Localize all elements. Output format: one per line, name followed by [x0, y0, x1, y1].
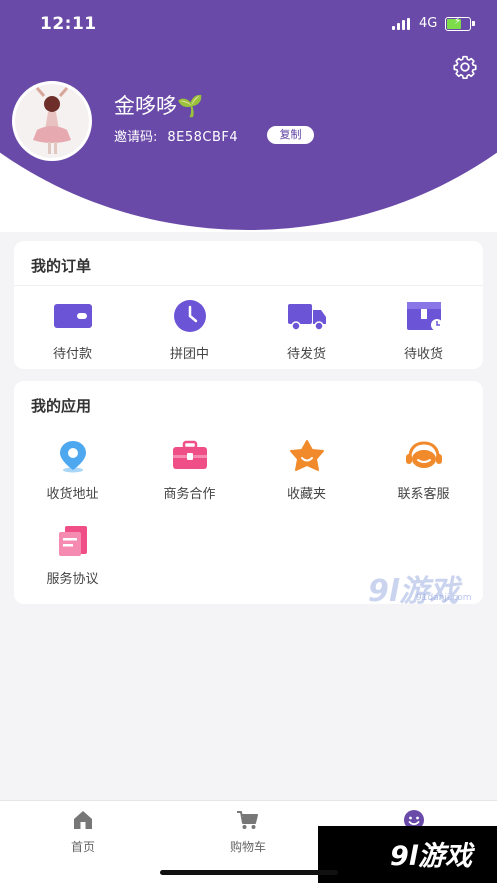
apps-title: 我的应用: [31, 397, 92, 415]
cart-icon: [237, 811, 258, 829]
orders-card: 我的订单 待付款 拼团中 待发货 待收货: [14, 241, 483, 369]
home-indicator: [160, 870, 338, 875]
order-item-to-receive[interactable]: 待收货: [365, 299, 482, 362]
battery-icon: ⚡: [445, 16, 475, 31]
watermark-badge: 9l游戏: [318, 826, 497, 883]
truck-icon: [287, 304, 326, 331]
briefcase-icon: [172, 440, 207, 469]
order-item-to-ship[interactable]: 待发货: [248, 299, 365, 362]
order-item-label: 待发货: [286, 347, 326, 362]
invite-label: 邀请码:: [114, 130, 158, 145]
tab-cart[interactable]: 购物车: [183, 809, 313, 855]
home-icon: [74, 811, 92, 829]
app-item-label: 服务协议: [46, 572, 99, 587]
order-item-pending-payment[interactable]: 待付款: [14, 299, 131, 362]
package-icon: [406, 302, 443, 331]
watermark-badge-text: 9l游戏: [390, 841, 473, 872]
app-item-business[interactable]: 商务合作: [131, 439, 248, 502]
avatar[interactable]: [12, 81, 92, 161]
orders-title: 我的订单: [31, 257, 92, 275]
clock-icon: [173, 300, 206, 332]
status-bar: 12:11 4G ⚡: [0, 0, 497, 48]
network-type: 4G: [419, 16, 438, 31]
app-item-label: 联系客服: [397, 487, 450, 502]
avatar-image: [15, 84, 89, 158]
tab-label: 购物车: [229, 840, 266, 854]
order-item-label: 拼团中: [169, 347, 209, 362]
tab-label: 首页: [70, 840, 95, 854]
app-item-service-agreement[interactable]: 服务协议: [14, 524, 131, 587]
app-item-label: 收藏夹: [286, 487, 326, 502]
star-icon: [289, 440, 324, 471]
settings-gear-icon[interactable]: [452, 54, 478, 80]
copy-button[interactable]: 复制: [267, 126, 314, 144]
order-item-label: 待付款: [52, 347, 92, 362]
app-item-customer-service[interactable]: 联系客服: [365, 439, 482, 502]
divider: [14, 285, 483, 286]
signal-icon: [392, 18, 414, 30]
wallet-icon: [53, 304, 92, 328]
username: 金哆哆🌱: [114, 94, 204, 118]
app-item-label: 收货地址: [46, 487, 99, 502]
order-item-label: 待收货: [403, 347, 443, 362]
invite-code-row: 邀请码: 8E58CBF4: [114, 126, 238, 145]
tab-home[interactable]: 首页: [18, 809, 148, 855]
location-pin-icon: [59, 441, 86, 473]
app-item-shipping-address[interactable]: 收货地址: [14, 439, 131, 502]
status-time: 12:11: [40, 14, 97, 34]
app-item-label: 商务合作: [163, 487, 216, 502]
order-item-group-buying[interactable]: 拼团中: [131, 299, 248, 362]
watermark-logo: 9l游戏: [368, 574, 460, 609]
agreement-icon: [58, 526, 87, 556]
watermark-url: 91danji.com: [416, 593, 472, 603]
profile-header: 12:11 4G ⚡ 金哆哆🌱 邀请码: 8E58CBF4 复制: [0, 0, 497, 232]
invite-code: 8E58CBF4: [167, 130, 239, 145]
app-item-favorites[interactable]: 收藏夹: [248, 439, 365, 502]
headset-icon: [405, 441, 442, 468]
